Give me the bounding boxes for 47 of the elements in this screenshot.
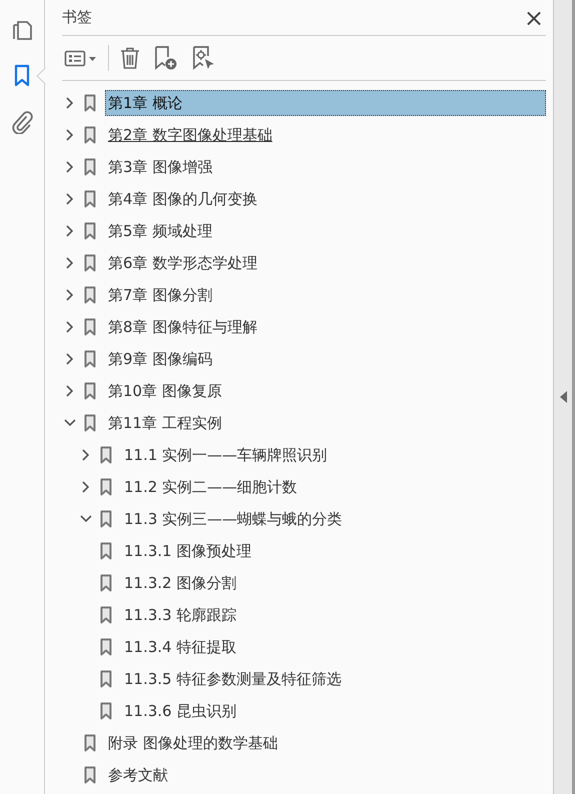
bookmark-icon	[84, 158, 96, 176]
bookmark-icon	[100, 446, 112, 464]
bookmark-icon	[84, 414, 96, 432]
bookmark-item[interactable]: 第11章 工程实例	[105, 410, 225, 436]
bookmark-icon	[84, 222, 96, 240]
bookmark-icon	[84, 254, 96, 272]
bookmark-icon	[100, 478, 112, 496]
bookmark-item[interactable]: 11.1 实例一——车辆牌照识别	[121, 442, 330, 468]
bookmark-icon	[84, 94, 96, 112]
bookmark-item[interactable]: 参考文献	[105, 762, 171, 788]
bookmark-icon	[100, 606, 112, 624]
bookmark-item[interactable]: 11.3.6 昆虫识别	[121, 698, 240, 724]
bookmark-item[interactable]: 第2章 数字图像处理基础	[105, 122, 276, 148]
bookmark-item[interactable]: 11.2 实例二——细胞计数	[121, 474, 300, 500]
bookmark-item[interactable]: 11.3.1 图像预处理	[121, 538, 254, 564]
bookmark-item[interactable]: 11.3.4 特征提取	[121, 634, 240, 660]
bookmark-item[interactable]: 11.3.2 图像分割	[121, 570, 240, 596]
panel-title: 书签	[62, 7, 92, 28]
bookmark-item[interactable]: 第5章 频域处理	[105, 218, 216, 244]
bookmark-item[interactable]: 第9章 图像编码	[105, 346, 216, 372]
bookmark-item[interactable]: 第3章 图像增强	[105, 154, 216, 180]
bookmark-icon	[100, 510, 112, 528]
bookmark-icon	[84, 734, 96, 752]
collapse-panel-button[interactable]	[558, 389, 568, 405]
bookmark-icon	[84, 190, 96, 208]
bookmark-icon	[84, 382, 96, 400]
bookmark-item[interactable]: 11.3 实例三——蝴蝶与蛾的分类	[121, 506, 346, 532]
bookmark-icon	[84, 318, 96, 336]
bookmark-icon	[84, 766, 96, 784]
bookmark-item[interactable]: 第1章 概论	[105, 90, 546, 116]
bookmark-icon	[84, 286, 96, 304]
bookmark-icon	[100, 542, 112, 560]
bookmark-item[interactable]: 第4章 图像的几何变换	[105, 186, 260, 212]
bookmark-item[interactable]: 第10章 图像复原	[105, 378, 225, 404]
bookmark-icon	[100, 702, 112, 720]
bookmark-icon	[100, 638, 112, 656]
bookmark-item[interactable]: 11.3.5 特征参数测量及特征筛选	[121, 666, 344, 692]
bookmark-item[interactable]: 第7章 图像分割	[105, 282, 216, 308]
bookmark-item[interactable]: 第6章 数学形态学处理	[105, 250, 260, 276]
bookmark-icon	[100, 670, 112, 688]
bookmark-item[interactable]: 附录 图像处理的数学基础	[105, 730, 281, 756]
close-button[interactable]: ×	[522, 6, 546, 30]
bookmark-icon	[84, 350, 96, 368]
bookmark-icon	[100, 574, 112, 592]
bookmark-item[interactable]: 11.3.3 轮廓跟踪	[121, 602, 240, 628]
bookmark-item[interactable]: 第8章 图像特征与理解	[105, 314, 260, 340]
bookmark-icon	[84, 126, 96, 144]
